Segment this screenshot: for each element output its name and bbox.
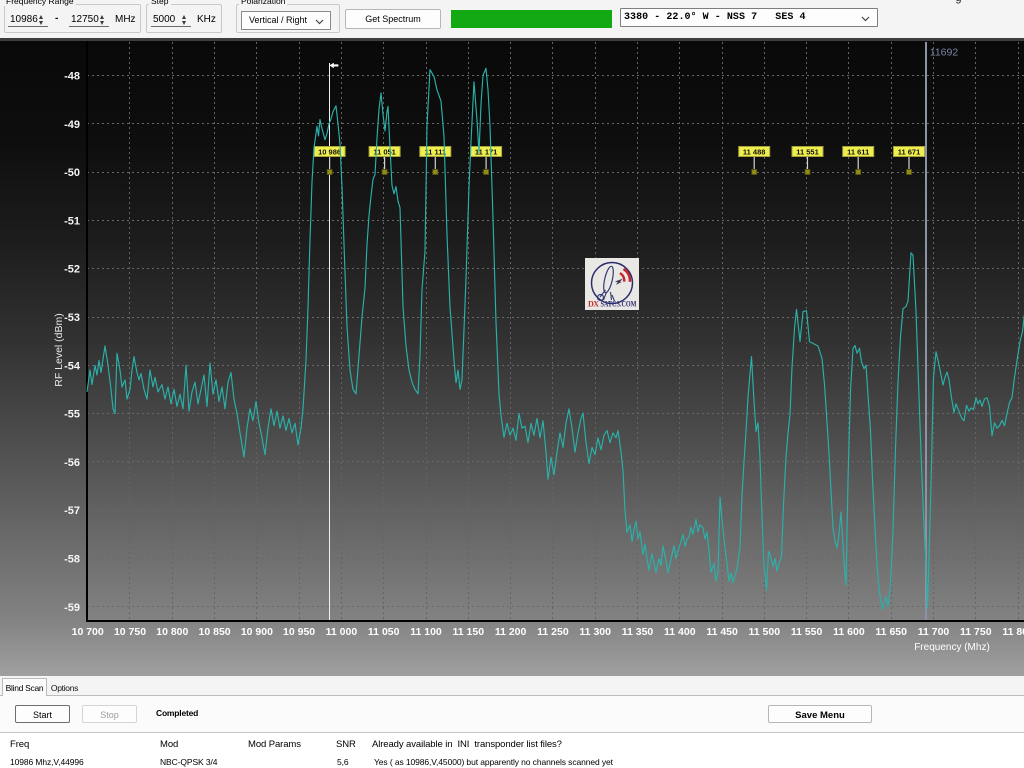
svg-text:11 750: 11 750: [960, 626, 992, 638]
svg-text:RF Level (dBm): RF Level (dBm): [53, 313, 65, 387]
svg-text:10 950: 10 950: [283, 626, 315, 638]
svg-text:11 111: 11 111: [424, 148, 446, 157]
svg-text:11 488: 11 488: [743, 148, 766, 157]
svg-text:11 100: 11 100: [410, 626, 442, 638]
svg-text:10 850: 10 850: [199, 626, 231, 638]
svg-text:10 750: 10 750: [114, 626, 146, 638]
svg-text:-50: -50: [64, 167, 80, 179]
svg-text:10 700: 10 700: [72, 626, 104, 638]
svg-text:Frequency (Mhz): Frequency (Mhz): [914, 642, 990, 653]
svg-text:-49: -49: [64, 119, 80, 131]
svg-text:DX: DX: [588, 300, 599, 309]
svg-text:11 050: 11 050: [368, 626, 400, 638]
svg-text:-56: -56: [64, 457, 80, 469]
svg-text:11 800: 11 800: [1002, 626, 1024, 638]
svg-text:11 551: 11 551: [796, 148, 819, 157]
svg-text:11 700: 11 700: [918, 626, 950, 638]
svg-text:11 671: 11 671: [898, 148, 921, 157]
svg-text:-54: -54: [64, 360, 81, 372]
svg-text:11692: 11692: [930, 47, 959, 59]
svg-text:11 500: 11 500: [749, 626, 781, 638]
svg-text:-58: -58: [64, 554, 80, 566]
svg-text:-48: -48: [64, 71, 80, 83]
svg-text:11 650: 11 650: [875, 626, 907, 638]
svg-text:11 250: 11 250: [537, 626, 569, 638]
svg-text:11 611: 11 611: [847, 148, 869, 157]
svg-text:10 986: 10 986: [318, 148, 341, 157]
svg-text:11 000: 11 000: [326, 626, 358, 638]
svg-text:10 800: 10 800: [156, 626, 188, 638]
svg-text:10 900: 10 900: [241, 626, 273, 638]
svg-text:-53: -53: [64, 312, 80, 324]
svg-text:11 450: 11 450: [706, 626, 738, 638]
svg-text:SATCS.COM: SATCS.COM: [601, 300, 637, 309]
svg-text:11 600: 11 600: [833, 626, 865, 638]
svg-text:11 350: 11 350: [622, 626, 654, 638]
svg-text:-59: -59: [64, 602, 80, 614]
svg-text:-52: -52: [64, 264, 80, 276]
svg-text:11 200: 11 200: [495, 626, 527, 638]
svg-text:11 550: 11 550: [791, 626, 823, 638]
svg-text:-57: -57: [64, 505, 80, 517]
svg-text:11 150: 11 150: [453, 626, 485, 638]
svg-text:-55: -55: [64, 409, 80, 421]
svg-text:11 400: 11 400: [664, 626, 696, 638]
svg-text:-51: -51: [64, 215, 80, 227]
svg-text:11 300: 11 300: [579, 626, 611, 638]
